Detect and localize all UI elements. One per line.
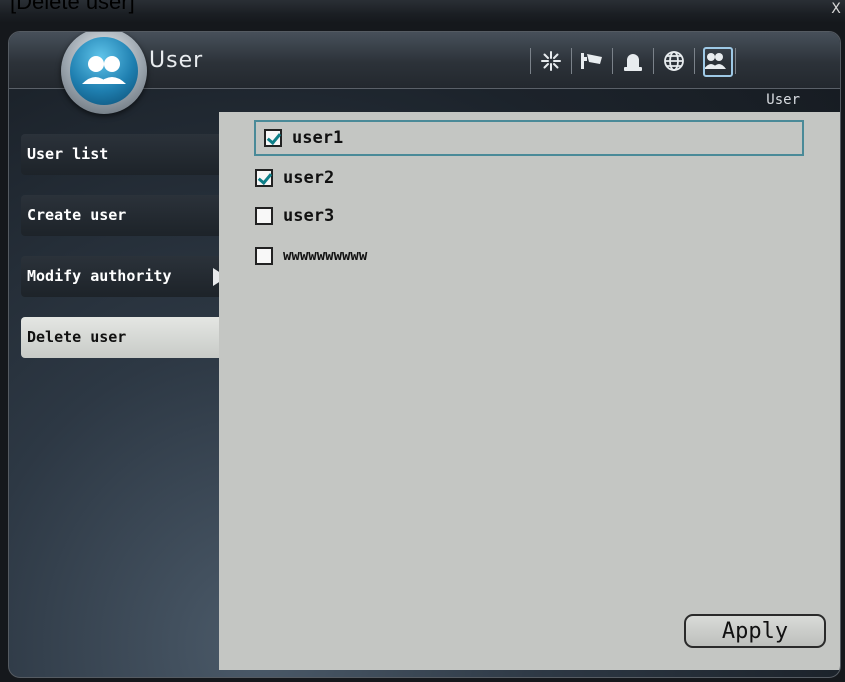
list-item-user3[interactable]: user3 [255,198,334,234]
user-badge-icon [61,32,147,114]
apply-button[interactable]: Apply [684,614,826,648]
top-bar: [Delete user] X [0,0,845,23]
screen-caption: [Delete user] [10,0,135,14]
alarm-icon[interactable] [613,46,653,76]
checkbox-unchecked[interactable] [255,207,273,225]
sidebar-item-user-list[interactable]: User list [21,134,219,175]
sidebar-item-delete-user[interactable]: Delete user [21,317,219,358]
sidebar-item-label: Modify authority [27,267,172,285]
user-name: wwwwwwwwww [283,248,368,264]
sidebar-item-create-user[interactable]: Create user [21,195,219,236]
checkbox-checked[interactable] [264,129,282,147]
camera-icon[interactable] [572,46,612,76]
app-frame: User User User list Create user Modify a… [0,23,845,682]
list-item-user2[interactable]: user2 [255,160,334,196]
checkbox-unchecked[interactable] [255,247,273,265]
close-button[interactable]: X [827,0,845,18]
list-item-user1[interactable]: user1 [254,120,804,156]
user-window: User User User list Create user Modify a… [8,31,841,678]
user-list-panel: user1 user2 user3 wwwwwwwwww Apply [219,112,840,670]
user-name: user3 [283,206,335,226]
checkbox-checked[interactable] [255,169,273,187]
users-icon[interactable] [695,46,735,77]
globe-icon[interactable] [654,46,694,76]
list-item-wwwwwwwwww[interactable]: wwwwwwwwww [255,238,367,274]
sidebar-item-modify-authority[interactable]: Modify authority [21,256,227,297]
user-name: user2 [283,168,335,188]
snowflake-icon[interactable] [531,46,571,76]
page-title: User [149,48,204,73]
section-subtitle: User [766,92,800,108]
toolbar [530,45,736,77]
user-name: user1 [292,128,344,148]
